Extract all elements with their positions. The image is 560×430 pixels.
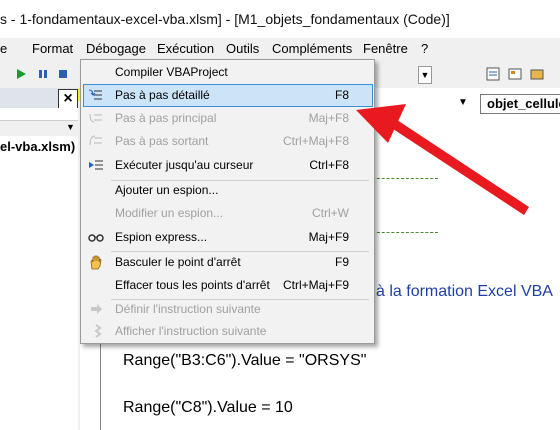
menu-item-shortcut: Ctrl+Maj+F8 bbox=[282, 134, 349, 148]
menu-item-definir-instruction[interactable]: Définir l'instruction suivante bbox=[82, 298, 373, 320]
menu-item-shortcut: Maj+F9 bbox=[308, 230, 349, 244]
arrow-right-icon bbox=[91, 304, 102, 314]
debug-menu-dropdown: Compiler VBAProject Pas à pas détaillé F… bbox=[80, 59, 375, 344]
menu-partial[interactable]: e bbox=[0, 41, 7, 56]
properties-icon[interactable] bbox=[486, 67, 500, 81]
object-combo-arrow[interactable]: ▼ bbox=[456, 95, 470, 111]
menu-item-pas-a-pas-sortant[interactable]: Pas à pas sortant Ctrl+Maj+F8 bbox=[82, 130, 373, 152]
procedure-separator bbox=[372, 232, 438, 233]
code-comment[interactable]: à la formation Excel VBA bbox=[376, 283, 553, 301]
menu-item-label: Définir l'instruction suivante bbox=[115, 302, 261, 316]
menu-item-compiler[interactable]: Compiler VBAProject bbox=[82, 61, 373, 83]
menu-item-shortcut: F9 bbox=[334, 255, 349, 269]
window-title: s - 1-fondamentaux-excel-vba.xlsm] - [M1… bbox=[0, 11, 450, 27]
menu-item-pas-a-pas-detaille[interactable]: Pas à pas détaillé F8 bbox=[82, 84, 373, 106]
menu-aide[interactable]: ? bbox=[421, 41, 428, 56]
menu-item-label: Modifier un espion... bbox=[115, 206, 224, 220]
menu-item-shortcut: F8 bbox=[334, 88, 349, 102]
step-out-icon bbox=[89, 135, 102, 146]
menu-item-pas-a-pas-principal[interactable]: Pas à pas principal Maj+F8 bbox=[82, 107, 373, 129]
menu-item-label: Basculer le point d'arrêt bbox=[115, 255, 241, 269]
title-bar: s - 1-fondamentaux-excel-vba.xlsm] - [M1… bbox=[0, 0, 560, 38]
project-pane-scrollbar[interactable]: ▼ bbox=[0, 120, 78, 136]
step-into-icon bbox=[88, 89, 102, 100]
menu-item-label: Ajouter un espion... bbox=[115, 183, 219, 197]
reset-icon[interactable] bbox=[56, 67, 70, 81]
menu-debogage[interactable]: Débogage bbox=[86, 41, 146, 56]
menu-item-label: Pas à pas sortant bbox=[115, 134, 209, 148]
menu-item-label: Pas à pas détaillé bbox=[115, 88, 210, 102]
hand-icon bbox=[90, 255, 102, 270]
menu-fenetre[interactable]: Fenêtre bbox=[363, 41, 408, 56]
procedure-combo[interactable]: objet_cellule2 bbox=[480, 94, 560, 114]
project-tree-item[interactable]: el-vba.xlsm) bbox=[0, 139, 75, 154]
menu-item-shortcut: Ctrl+F8 bbox=[309, 158, 349, 172]
menu-bar: e Format Débogage Exécution Outils Compl… bbox=[0, 38, 560, 101]
show-next-icon bbox=[94, 324, 102, 338]
menu-outils[interactable]: Outils bbox=[226, 41, 259, 56]
menu-item-executer-jusqu-au-curseur[interactable]: Exécuter jusqu'au curseur Ctrl+F8 bbox=[82, 154, 373, 176]
editor-margin bbox=[100, 340, 101, 430]
menu-item-shortcut: Ctrl+W bbox=[312, 206, 349, 220]
menu-item-shortcut: Maj+F8 bbox=[308, 111, 349, 125]
code-line[interactable]: Range("B3:C6").Value = "ORSYS" bbox=[123, 352, 366, 370]
menu-item-label: Espion express... bbox=[115, 230, 208, 244]
project-pane bbox=[0, 108, 78, 430]
menu-item-shortcut: Ctrl+Maj+F9 bbox=[282, 278, 349, 292]
menu-item-label: Exécuter jusqu'au curseur bbox=[115, 158, 254, 172]
menu-item-espion-express[interactable]: Espion express... Maj+F9 bbox=[82, 226, 373, 248]
pause-icon[interactable] bbox=[36, 67, 50, 81]
chevron-down-icon[interactable]: ▼ bbox=[66, 122, 75, 132]
close-icon[interactable]: × bbox=[58, 89, 78, 109]
procedure-separator bbox=[372, 178, 438, 179]
menu-item-effacer-points-arret[interactable]: Effacer tous les points d'arrêt Ctrl+Maj… bbox=[82, 274, 373, 296]
run-icon[interactable] bbox=[14, 67, 28, 81]
object-browser-icon[interactable] bbox=[508, 67, 522, 81]
menu-complements[interactable]: Compléments bbox=[272, 41, 352, 56]
glasses-icon bbox=[88, 234, 104, 242]
menu-item-basculer-point-arret[interactable]: Basculer le point d'arrêt F9 bbox=[82, 251, 373, 273]
menu-item-afficher-instruction[interactable]: Afficher l'instruction suivante bbox=[82, 320, 373, 342]
menu-item-modifier-espion[interactable]: Modifier un espion... Ctrl+W bbox=[82, 202, 373, 224]
menu-item-label: Pas à pas principal bbox=[115, 111, 217, 125]
toolbox-icon[interactable] bbox=[530, 67, 544, 81]
menu-item-ajouter-espion[interactable]: Ajouter un espion... bbox=[82, 179, 373, 201]
menu-execution[interactable]: Exécution bbox=[157, 41, 214, 56]
step-over-icon bbox=[89, 113, 102, 123]
code-line[interactable]: Range("C8").Value = 10 bbox=[123, 399, 293, 417]
toolbar-combo-arrow[interactable]: ▼ bbox=[418, 66, 432, 84]
menu-format[interactable]: Format bbox=[32, 41, 73, 56]
menu-item-label: Compiler VBAProject bbox=[115, 65, 228, 79]
run-to-cursor-icon bbox=[89, 160, 103, 170]
menu-item-label: Effacer tous les points d'arrêt bbox=[115, 278, 270, 292]
menu-item-label: Afficher l'instruction suivante bbox=[115, 324, 267, 338]
